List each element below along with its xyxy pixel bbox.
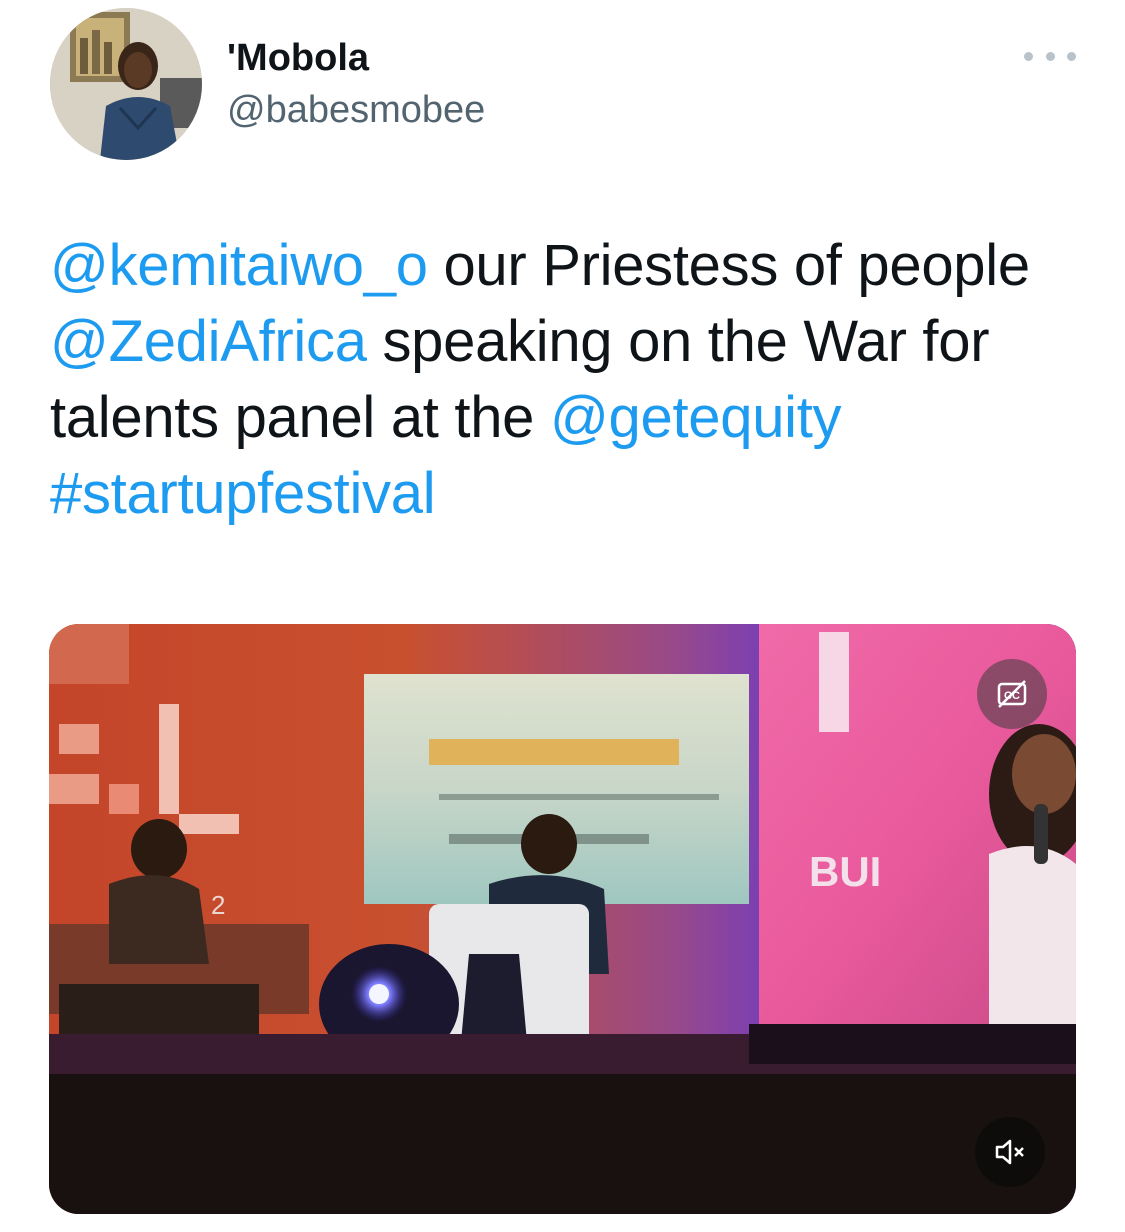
tweet-text: @kemitaiwo_o our Priestess of people @Ze… bbox=[50, 228, 1080, 532]
avatar[interactable] bbox=[50, 8, 202, 160]
video-player[interactable]: BUI 2 bbox=[49, 624, 1076, 1214]
video-frame: BUI 2 bbox=[49, 624, 1076, 1214]
volume-muted-icon bbox=[995, 1139, 1024, 1165]
captions-button[interactable]: CC bbox=[977, 659, 1047, 729]
more-options-button[interactable] bbox=[1024, 42, 1076, 70]
mention-link[interactable]: @getequity bbox=[550, 385, 842, 450]
profile-photo-icon bbox=[50, 8, 202, 160]
author-display-name[interactable]: 'Mobola bbox=[227, 36, 369, 80]
mention-link[interactable]: @kemitaiwo_o bbox=[50, 233, 428, 298]
backdrop-text: 2 bbox=[211, 890, 225, 920]
more-dot-icon bbox=[1045, 51, 1055, 61]
mention-link[interactable]: @ZediAfrica bbox=[50, 309, 367, 374]
author-handle[interactable]: @babesmobee bbox=[227, 88, 485, 132]
more-dot-icon bbox=[1024, 51, 1033, 61]
hashtag-link[interactable]: #startupfestival bbox=[50, 461, 436, 526]
closed-captions-off-icon: CC bbox=[997, 680, 1027, 708]
tweet-text-segment: our Priestess of people bbox=[427, 233, 1030, 298]
screen-text: BUI bbox=[809, 848, 881, 895]
volume-button[interactable] bbox=[975, 1117, 1045, 1187]
more-dot-icon bbox=[1067, 51, 1076, 61]
